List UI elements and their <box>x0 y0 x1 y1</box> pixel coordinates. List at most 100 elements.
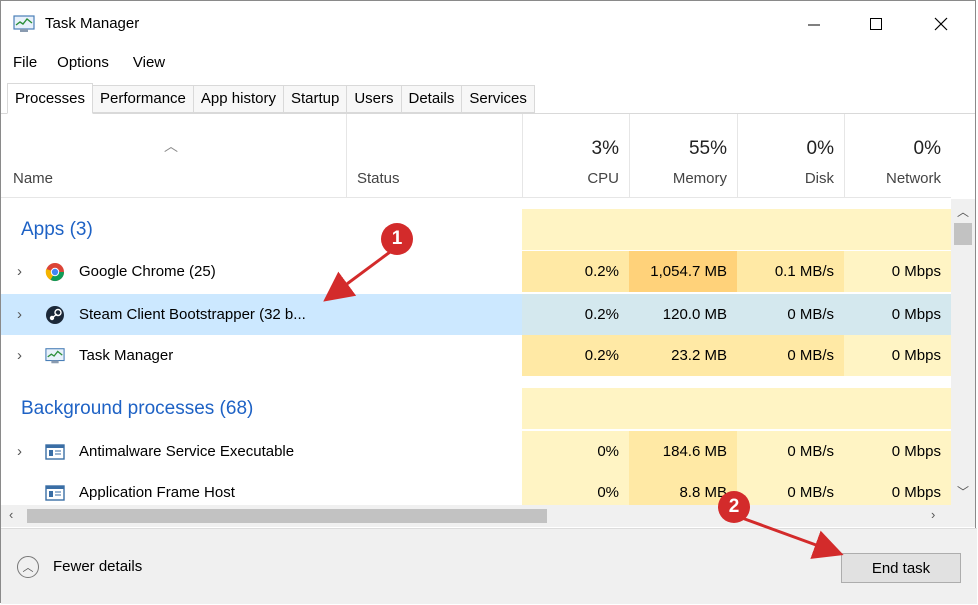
memory-value: 120.0 MB <box>629 294 737 335</box>
column-status: Status <box>357 170 400 187</box>
memory-total: 55% <box>688 138 727 159</box>
service-window-icon <box>45 444 65 460</box>
task-manager-window: Task Manager File Options View Processes… <box>0 0 977 604</box>
network-value: 0 Mbps <box>844 294 951 335</box>
network-value: 0 Mbps <box>844 335 951 376</box>
process-table: Apps (3) › Google Chrome (25) 0.2% 1,054… <box>1 199 951 505</box>
step-badge-1: 1 <box>381 223 413 255</box>
cpu-value: 0.2% <box>522 335 629 376</box>
table-row[interactable]: › Antimalware Service Executable 0% 184.… <box>1 431 951 472</box>
maximize-icon <box>870 18 882 30</box>
cpu-value: 0% <box>522 472 629 505</box>
tab-users[interactable]: Users <box>347 85 402 113</box>
group-title: Background processes (68) <box>21 398 254 419</box>
column-disk[interactable]: 0% Disk <box>737 114 844 198</box>
group-header-apps[interactable]: Apps (3) <box>1 209 951 250</box>
heat-cell <box>737 388 844 429</box>
process-name: Antimalware Service Executable <box>79 443 295 460</box>
disk-value: 0 MB/s <box>737 472 844 505</box>
cpu-value: 0% <box>522 431 629 472</box>
memory-value: 184.6 MB <box>629 431 737 472</box>
column-cpu[interactable]: 3% CPU <box>522 114 629 198</box>
expand-chevron-icon[interactable]: › <box>17 294 22 335</box>
column-header: ︿ Name Status 3% CPU 55% Memory 0% Disk … <box>1 114 951 198</box>
heat-cell <box>844 388 951 429</box>
scroll-down-icon[interactable]: ﹀ <box>957 483 969 500</box>
cpu-total: 3% <box>591 138 619 159</box>
steam-icon <box>46 306 64 324</box>
task-manager-icon <box>45 348 65 364</box>
close-icon <box>934 17 948 31</box>
service-window-icon <box>45 485 65 501</box>
network-value: 0 Mbps <box>844 251 951 292</box>
group-title: Apps (3) <box>21 219 93 240</box>
network-label: Network <box>885 170 941 187</box>
network-total: 0% <box>913 138 941 159</box>
disk-value: 0 MB/s <box>737 294 844 335</box>
column-memory[interactable]: 55% Memory <box>629 114 737 198</box>
sort-ascending-icon: ︿ <box>164 138 178 154</box>
step-badge-2: 2 <box>718 491 750 523</box>
heat-cell <box>629 209 737 250</box>
scroll-left-icon[interactable]: ‹ <box>9 507 13 522</box>
cpu-value: 0.2% <box>522 294 629 335</box>
tab-startup[interactable]: Startup <box>283 85 348 113</box>
cpu-value: 0.2% <box>522 251 629 292</box>
table-row[interactable]: › Google Chrome (25) 0.2% 1,054.7 MB 0.1… <box>1 251 951 292</box>
tab-processes[interactable]: Processes <box>7 83 94 114</box>
expand-chevron-icon[interactable]: › <box>17 431 22 472</box>
process-name: Application Frame Host <box>79 484 235 501</box>
maximize-button[interactable] <box>853 1 899 47</box>
close-button[interactable] <box>918 1 964 47</box>
task-manager-icon <box>13 15 35 32</box>
window-title: Task Manager <box>45 15 140 32</box>
column-network[interactable]: 0% Network <box>844 114 951 198</box>
column-status-header[interactable]: Status <box>346 114 522 198</box>
horizontal-scrollbar[interactable]: ‹ › <box>1 505 975 527</box>
end-task-button[interactable]: End task <box>841 553 961 583</box>
heat-cell <box>522 209 629 250</box>
vertical-scrollbar[interactable]: ︿ ﹀ <box>951 199 975 505</box>
tab-services[interactable]: Services <box>462 85 535 113</box>
memory-value: 1,054.7 MB <box>629 251 737 292</box>
expand-chevron-icon[interactable]: › <box>17 251 22 292</box>
scroll-up-icon[interactable]: ︿ <box>957 203 969 220</box>
menu-view[interactable]: View <box>121 51 177 75</box>
group-header-background[interactable]: Background processes (68) <box>1 388 951 429</box>
network-value: 0 Mbps <box>844 472 951 505</box>
memory-label: Memory <box>672 170 727 187</box>
disk-value: 0.1 MB/s <box>737 251 844 292</box>
network-value: 0 Mbps <box>844 431 951 472</box>
heat-cell <box>522 388 629 429</box>
heat-cell <box>737 209 844 250</box>
chrome-icon <box>45 263 64 282</box>
column-name[interactable]: Name <box>13 170 53 187</box>
disk-value: 0 MB/s <box>737 335 844 376</box>
tab-details[interactable]: Details <box>401 85 463 113</box>
disk-value: 0 MB/s <box>737 431 844 472</box>
tab-performance[interactable]: Performance <box>93 85 194 113</box>
title-bar: Task Manager <box>1 1 975 47</box>
tab-app-history[interactable]: App history <box>193 85 284 113</box>
table-row-selected[interactable]: › Steam Client Bootstrapper (32 b... 0.2… <box>1 294 951 335</box>
vertical-scroll-thumb[interactable] <box>954 223 972 245</box>
fewer-details-link[interactable]: Fewer details <box>53 558 142 575</box>
menu-options[interactable]: Options <box>45 51 121 75</box>
process-name: Task Manager <box>79 347 174 364</box>
scroll-right-icon[interactable]: › <box>931 507 935 522</box>
table-row[interactable]: Application Frame Host 0% 8.8 MB 0 MB/s … <box>1 472 951 505</box>
memory-value: 23.2 MB <box>629 335 737 376</box>
disk-label: Disk <box>804 170 834 187</box>
tab-strip: Processes Performance App history Startu… <box>7 83 535 114</box>
minimize-icon <box>808 24 820 26</box>
table-row[interactable]: › Task Manager 0.2% 23.2 MB 0 MB/s 0 Mbp… <box>1 335 951 376</box>
minimize-button[interactable] <box>791 1 837 47</box>
expand-chevron-icon[interactable]: › <box>17 335 22 376</box>
menu-file[interactable]: File <box>1 51 45 75</box>
horizontal-scroll-thumb[interactable] <box>27 509 547 523</box>
process-name: Google Chrome (25) <box>79 263 216 280</box>
footer-bar: ︿ Fewer details End task <box>1 528 977 604</box>
cpu-label: CPU <box>587 170 619 187</box>
menu-bar: File Options View <box>1 51 177 75</box>
chevron-up-circle-icon[interactable]: ︿ <box>17 556 39 578</box>
